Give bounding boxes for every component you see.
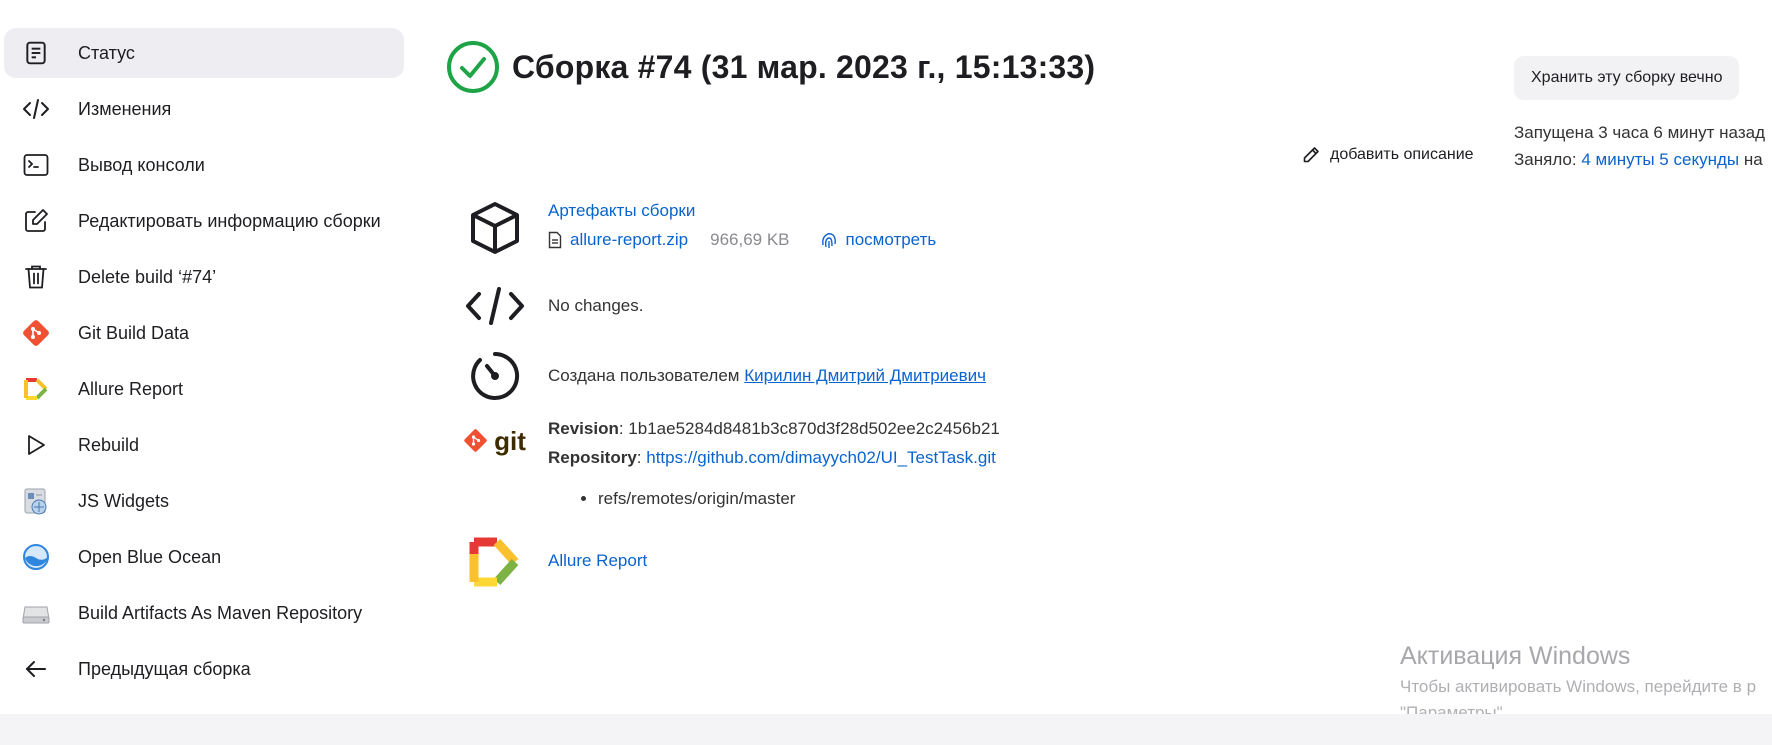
repository-link[interactable]: https://github.com/dimayych02/UI_TestTas… bbox=[646, 448, 996, 467]
add-description-label: добавить описание bbox=[1330, 146, 1474, 163]
sidebar-item-label: Редактировать информацию сборки bbox=[78, 210, 381, 231]
sidebar-item-changes[interactable]: Изменения bbox=[4, 84, 404, 134]
keep-forever-button[interactable]: Хранить эту сборку вечно bbox=[1514, 56, 1740, 100]
duration-line: Заняло: 4 минуты 5 секунды на bbox=[1514, 146, 1765, 173]
allure-report-link[interactable]: Allure Report bbox=[548, 551, 647, 570]
artifact-file-link[interactable]: allure-report.zip bbox=[570, 225, 688, 254]
widgets-icon bbox=[20, 485, 52, 517]
terminal-icon bbox=[20, 149, 52, 181]
build-meta: Запущена 3 часа 6 минут назад Заняло: 4 … bbox=[1514, 119, 1765, 173]
duration-suffix: на bbox=[1739, 150, 1763, 169]
sidebar-item-label: Изменения bbox=[78, 98, 172, 119]
git-section: git Revision: 1b1ae5284d8481b3c870d3f28d… bbox=[462, 412, 1000, 513]
artifact-size: 966,69 KB bbox=[710, 230, 790, 249]
sidebar-item-label: Allure Report bbox=[78, 378, 184, 399]
edit-icon bbox=[20, 205, 52, 237]
no-changes-text: No changes. bbox=[548, 296, 644, 315]
code-icon bbox=[462, 274, 528, 338]
repository-line: Repository: https://github.com/dimayych0… bbox=[548, 443, 1000, 472]
sidebar-item-delete-build[interactable]: Delete build ‘#74’ bbox=[4, 252, 404, 302]
user-link[interactable]: Кирилин Дмитрий Дмитриевич bbox=[744, 366, 986, 385]
sidebar-item-label: Предыдущая сборка bbox=[78, 658, 251, 679]
list-item: refs/remotes/origin/master bbox=[598, 484, 1000, 513]
timer-icon bbox=[462, 344, 528, 408]
sidebar-item-label: Open Blue Ocean bbox=[78, 546, 222, 567]
footer bbox=[0, 714, 1772, 745]
artifacts-title-link[interactable]: Артефакты сборки bbox=[548, 201, 695, 220]
sidebar-item-blue-ocean[interactable]: Open Blue Ocean bbox=[4, 532, 404, 582]
windows-activation-title: Активация Windows bbox=[1400, 642, 1631, 670]
sidebar-item-allure-report[interactable]: Allure Report bbox=[4, 364, 404, 414]
sidebar-item-label: Build Artifacts As Maven Repository bbox=[78, 602, 363, 623]
trash-icon bbox=[20, 261, 52, 293]
blue-ocean-icon bbox=[20, 541, 52, 573]
play-icon bbox=[20, 429, 52, 461]
sidebar-item-label: Git Build Data bbox=[78, 322, 190, 343]
sidebar-item-label: Delete build ‘#74’ bbox=[78, 266, 217, 287]
git-logo-text: git bbox=[494, 425, 526, 456]
pencil-icon bbox=[1303, 147, 1319, 163]
allure-icon bbox=[20, 373, 52, 405]
changes-section: No changes. bbox=[462, 274, 643, 338]
file-icon bbox=[548, 231, 562, 248]
sidebar-item-label: Вывод консоли bbox=[78, 154, 205, 175]
refs-list: refs/remotes/origin/master bbox=[548, 484, 1000, 513]
revision-label: Revision bbox=[548, 419, 619, 438]
sidebar-item-console[interactable]: Вывод консоли bbox=[4, 140, 404, 190]
arrow-left-icon bbox=[20, 653, 52, 685]
repository-sep: : bbox=[636, 448, 647, 467]
sidebar-item-rebuild[interactable]: Rebuild bbox=[4, 420, 404, 470]
duration-link[interactable]: 4 минуты 5 секунды bbox=[1581, 150, 1739, 169]
add-description-button[interactable]: добавить описание bbox=[1302, 146, 1474, 164]
duration-prefix: Заняло: bbox=[1514, 150, 1582, 169]
revision-line: Revision: 1b1ae5284d8481b3c870d3f28d502e… bbox=[548, 414, 1000, 443]
sidebar-item-label: JS Widgets bbox=[78, 490, 170, 511]
fingerprint-icon bbox=[821, 232, 836, 248]
code-icon bbox=[20, 93, 52, 125]
repository-label: Repository bbox=[548, 448, 637, 467]
artifacts-section: Артефакты сборки allure-report.zip 966,6… bbox=[462, 196, 936, 260]
allure-logo-icon bbox=[462, 530, 528, 594]
git-icon bbox=[20, 317, 52, 349]
package-icon bbox=[462, 196, 528, 260]
disk-icon bbox=[20, 597, 52, 629]
artifact-row: allure-report.zip 966,69 KB посмотреть bbox=[548, 225, 936, 254]
build-header: Сборка #74 (31 мар. 2023 г., 15:13:33) bbox=[446, 40, 1095, 94]
started-text: Запущена 3 часа 6 минут назад bbox=[1514, 123, 1765, 142]
sidebar: Статус Изменения Вывод консоли Редактиро… bbox=[4, 28, 404, 700]
success-check-icon bbox=[447, 41, 499, 93]
sidebar-item-edit-build[interactable]: Редактировать информацию сборки bbox=[4, 196, 404, 246]
sidebar-item-git-build-data[interactable]: Git Build Data bbox=[4, 308, 404, 358]
artifact-view-link[interactable]: посмотреть bbox=[846, 225, 937, 254]
revision-value: : 1b1ae5284d8481b3c870d3f28d502ee2c2456b… bbox=[618, 419, 1000, 438]
cause-section: Создана пользователем Кирилин Дмитрий Дм… bbox=[462, 344, 986, 408]
allure-section: Allure Report bbox=[462, 530, 647, 594]
document-icon bbox=[20, 37, 52, 69]
sidebar-item-label: Статус bbox=[78, 42, 135, 63]
git-logo: git bbox=[462, 412, 528, 470]
page-title: Сборка #74 (31 мар. 2023 г., 15:13:33) bbox=[512, 48, 1096, 85]
sidebar-item-label: Rebuild bbox=[78, 434, 140, 455]
sidebar-item-maven-repo[interactable]: Build Artifacts As Maven Repository bbox=[4, 588, 404, 638]
sidebar-item-status[interactable]: Статус bbox=[4, 28, 404, 78]
sidebar-item-js-widgets[interactable]: JS Widgets bbox=[4, 476, 404, 526]
sidebar-item-previous-build[interactable]: Предыдущая сборка bbox=[4, 644, 404, 694]
cause-prefix: Создана пользователем bbox=[548, 366, 745, 385]
windows-activation-line1: Чтобы активировать Windows, перейдите в … bbox=[1400, 677, 1757, 696]
